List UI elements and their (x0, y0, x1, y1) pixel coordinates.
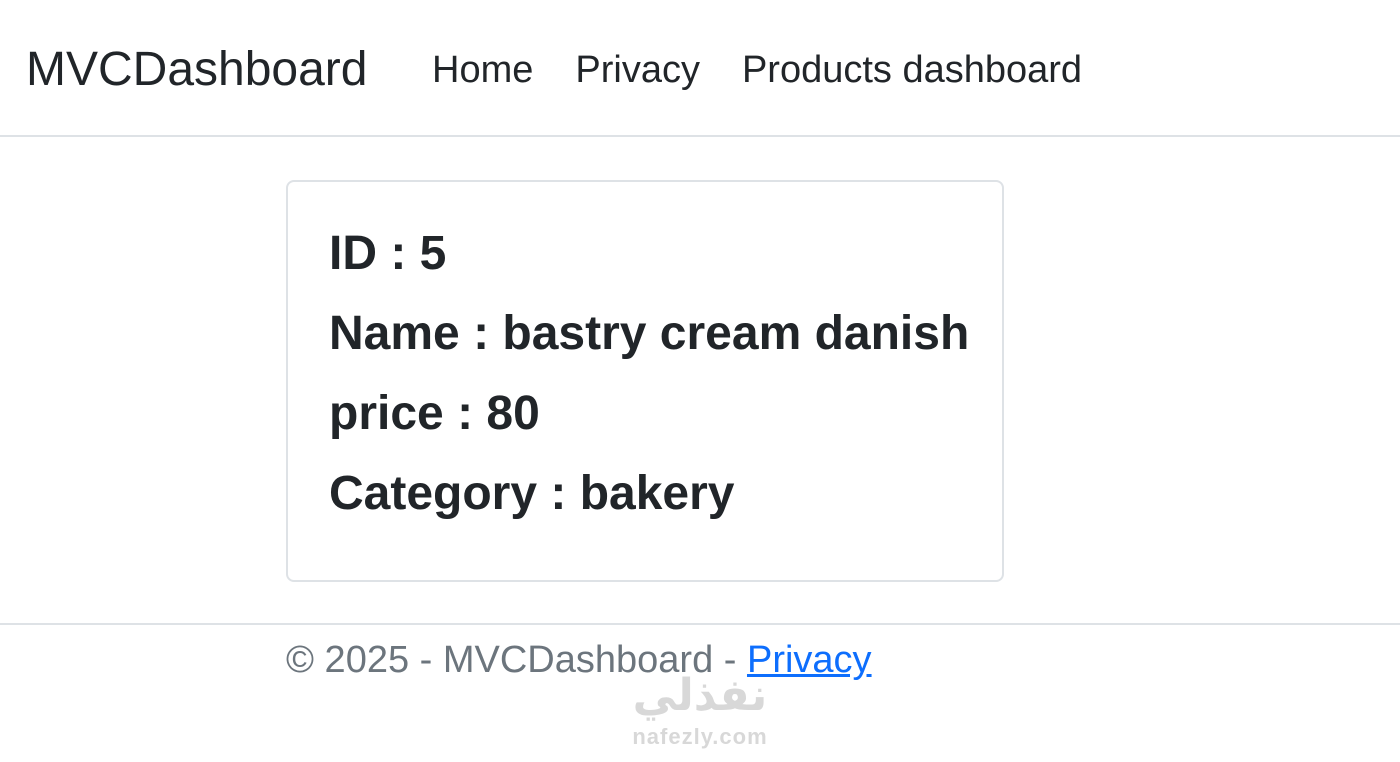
watermark: نفذلي nafezly.com (600, 668, 800, 762)
nav-home-link[interactable]: Home (411, 49, 554, 92)
product-category: Category : bakery (329, 467, 735, 520)
top-navbar: MVCDashboard Home Privacy Products dashb… (0, 0, 1400, 137)
nav-products-dashboard-link[interactable]: Products dashboard (721, 49, 1103, 92)
product-name: Name : bastry cream danish (329, 307, 970, 360)
watermark-logo: نفذلي (632, 670, 768, 721)
product-price: price : 80 (329, 387, 540, 440)
product-id: ID : 5 (329, 227, 447, 280)
watermark-url: nafezly.com (632, 724, 768, 749)
nav-privacy-link[interactable]: Privacy (554, 49, 721, 92)
brand-link[interactable]: MVCDashboard (26, 40, 367, 100)
nav-links: Home Privacy Products dashboard (411, 42, 1103, 98)
product-details-card: ID : 5 Name : bastry cream danish price … (286, 180, 1004, 582)
